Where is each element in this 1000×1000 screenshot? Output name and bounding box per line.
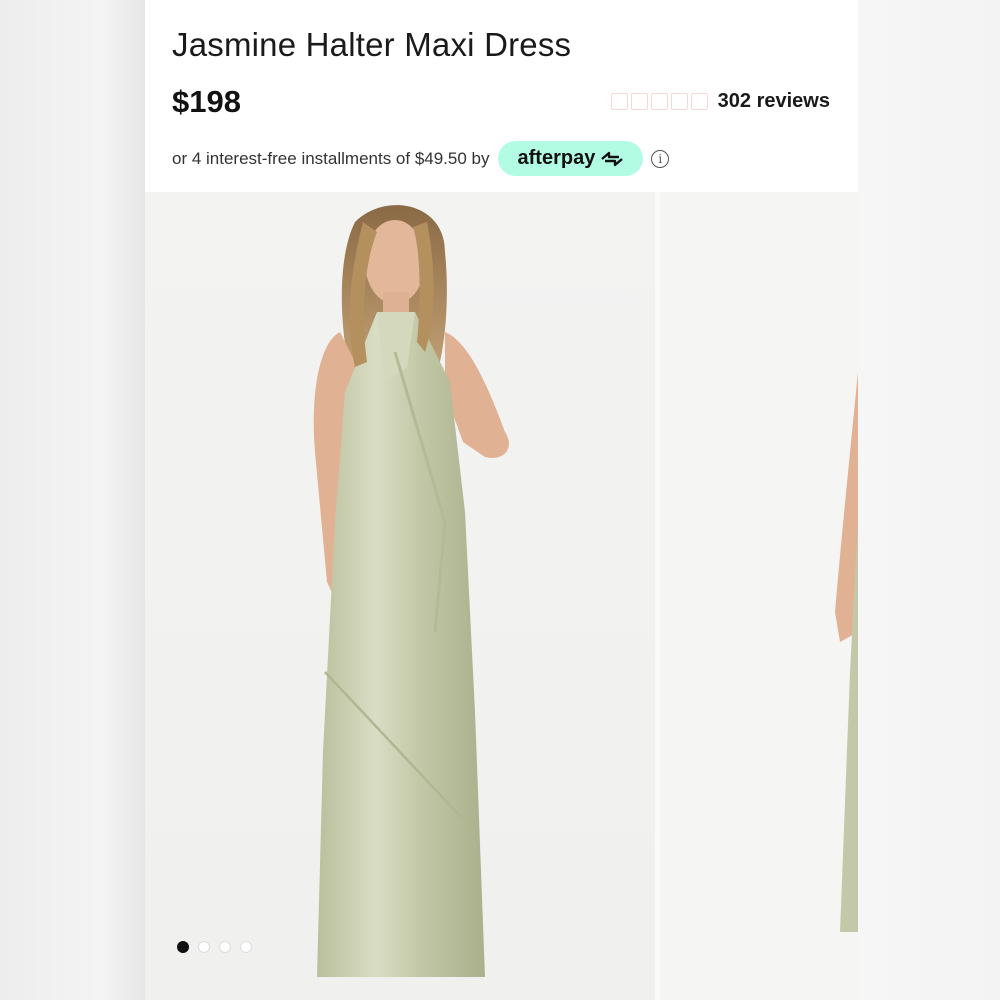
installments-text: or 4 interest-free installments of $49.5… <box>172 148 490 168</box>
installments-row: or 4 interest-free installments of $49.5… <box>172 141 670 176</box>
background-left <box>0 0 145 1000</box>
star-icon <box>670 93 688 110</box>
product-gallery[interactable] <box>145 192 858 1000</box>
pagination-dot[interactable] <box>219 941 231 953</box>
rating-summary[interactable]: 302 reviews <box>610 90 830 113</box>
pagination-dot[interactable] <box>240 941 252 953</box>
star-rating <box>610 93 708 110</box>
gallery-pagination <box>177 941 252 953</box>
star-icon <box>630 93 648 110</box>
afterpay-badge[interactable]: afterpay <box>497 141 644 176</box>
product-title: Jasmine Halter Maxi Dress <box>172 26 572 63</box>
product-page: Jasmine Halter Maxi Dress $198 302 revie… <box>145 0 858 1000</box>
reviews-link[interactable]: 302 reviews <box>718 90 830 113</box>
background-right <box>858 0 1000 1000</box>
afterpay-label: afterpay <box>517 147 596 169</box>
product-image-next[interactable] <box>660 192 858 1000</box>
model-photo-next <box>835 372 858 932</box>
product-image-main[interactable] <box>145 192 655 1000</box>
model-photo <box>313 205 509 977</box>
product-price: $198 <box>172 84 241 119</box>
afterpay-logo-icon <box>601 151 624 166</box>
pagination-dot[interactable] <box>198 941 210 953</box>
info-icon[interactable]: i <box>651 149 670 168</box>
star-icon <box>650 93 668 110</box>
pagination-dot[interactable] <box>177 941 189 953</box>
star-icon <box>610 93 628 110</box>
star-icon <box>690 93 708 110</box>
